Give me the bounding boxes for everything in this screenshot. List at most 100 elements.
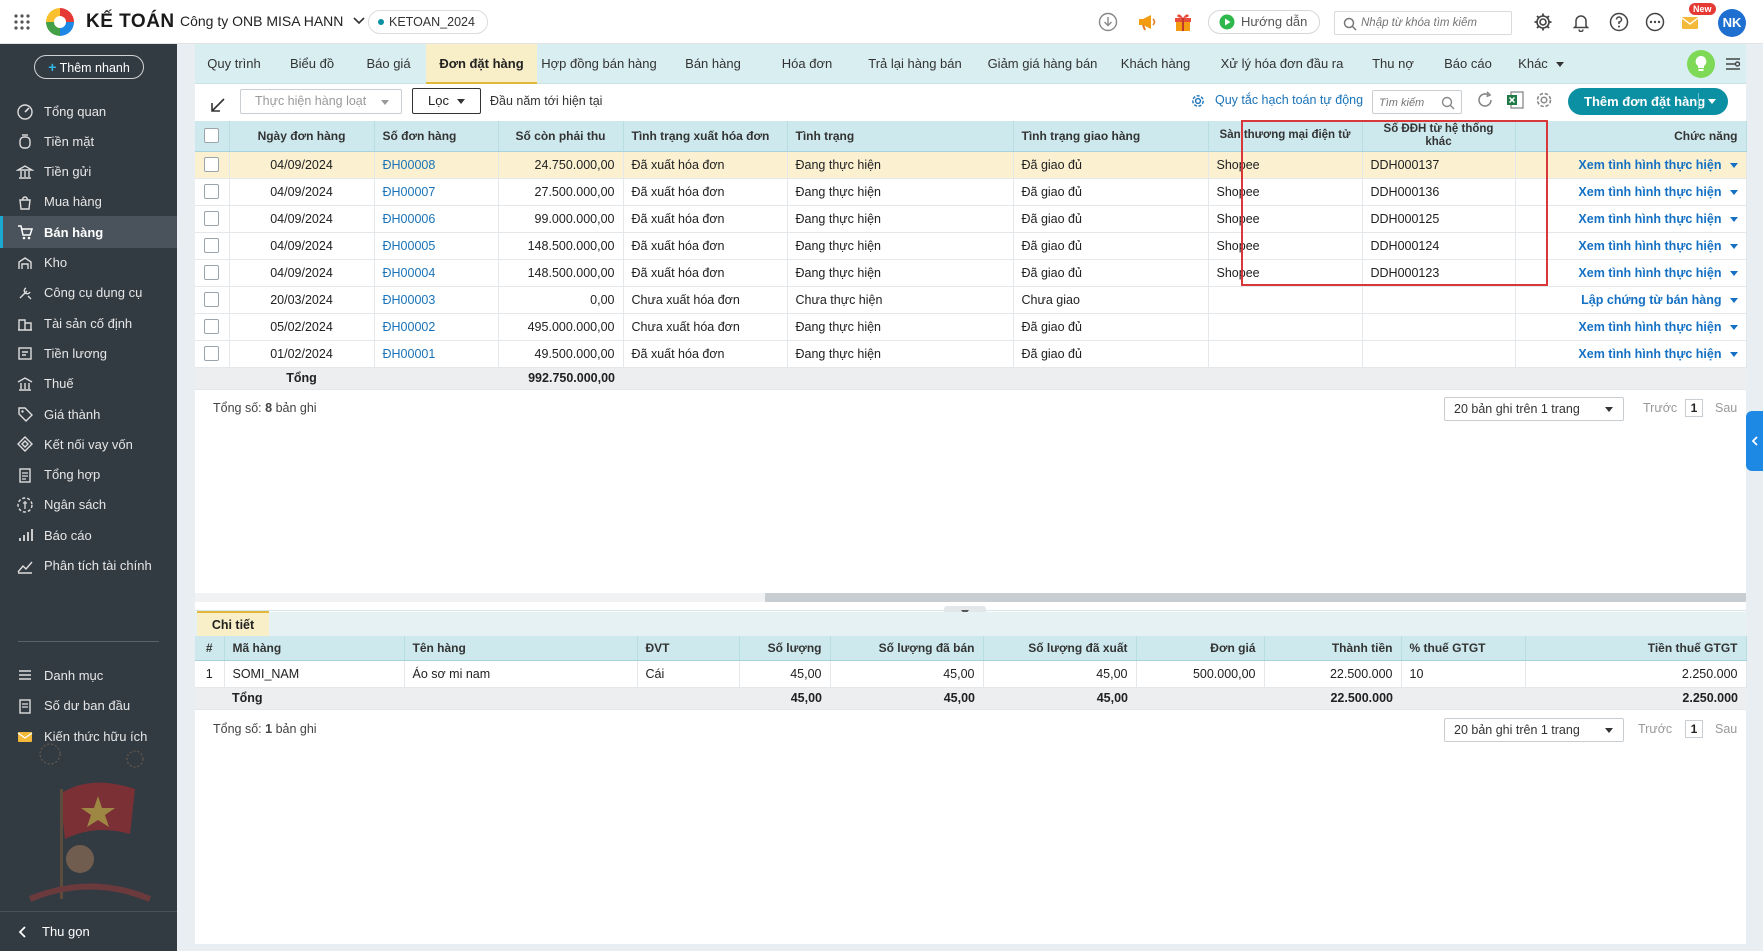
row-checkbox[interactable]	[195, 151, 230, 179]
database-selector[interactable]: KETOAN_2024	[368, 10, 488, 34]
megaphone-icon[interactable]	[1136, 12, 1158, 35]
sidebar-item-7[interactable]: Công cụ dụng cụ	[0, 277, 177, 309]
order-number-link[interactable]: ĐH00004	[374, 259, 499, 287]
tab-7[interactable]: Hóa đơn	[765, 44, 849, 84]
sort-arrow-icon[interactable]	[209, 96, 227, 117]
tab-10[interactable]: Khách hàng	[1104, 44, 1207, 84]
caret-down-icon[interactable]	[1729, 243, 1738, 249]
sidebar-item-14[interactable]: Ngân sách	[0, 489, 177, 521]
help-icon[interactable]	[1609, 12, 1629, 35]
order-action-link[interactable]: Xem tình hình thực hiện	[1578, 320, 1721, 334]
customize-tabs-icon[interactable]	[1725, 57, 1741, 74]
caret-down-icon[interactable]	[1729, 297, 1738, 303]
order-action-link[interactable]: Xem tình hình thực hiện	[1578, 158, 1721, 172]
col-order-number[interactable]: Số đơn hàng	[374, 121, 499, 152]
tab-11[interactable]: Xử lý hóa đơn đầu ra	[1207, 44, 1357, 84]
sidebar-item-6[interactable]: Kho	[0, 247, 177, 279]
order-action[interactable]: Lập chứng từ bán hàng	[1515, 286, 1747, 314]
sidebar-item-9[interactable]: Tiền lương	[0, 337, 177, 369]
caret-down-icon[interactable]	[1729, 270, 1738, 276]
orders-prev-page[interactable]: Trước	[1643, 401, 1677, 415]
tab-3[interactable]: Báo giá	[351, 44, 426, 84]
col-actions[interactable]: Chức năng	[1515, 121, 1747, 152]
col-quantity-exported[interactable]: Số lượng đã xuất	[983, 636, 1137, 661]
col-vat-rate[interactable]: % thuế GTGT	[1401, 636, 1526, 661]
order-action[interactable]: Xem tình hình thực hiện	[1515, 151, 1747, 179]
sidebar-secondary-item-2[interactable]: Số dư ban đầu	[0, 690, 177, 722]
gift-icon[interactable]	[1173, 11, 1193, 35]
order-row[interactable]: 05/02/2024 ĐH00002 495.000.000,00 Chưa xuất…	[195, 313, 1747, 341]
tab-12[interactable]: Thu nợ	[1357, 44, 1429, 84]
col-unit-price[interactable]: Đơn giá	[1136, 636, 1265, 661]
horizontal-scrollbar[interactable]	[195, 593, 1746, 602]
sidebar-item-5[interactable]: Bán hàng	[0, 216, 177, 249]
col-unit[interactable]: ĐVT	[637, 636, 740, 661]
caret-down-icon[interactable]	[1729, 189, 1738, 195]
col-item-name[interactable]: Tên hàng	[404, 636, 638, 661]
sidebar-item-4[interactable]: Mua hàng	[0, 186, 177, 218]
scrollbar-thumb[interactable]	[765, 593, 1746, 602]
refresh-icon[interactable]	[1475, 90, 1495, 113]
sidebar-item-11[interactable]: Giá thành	[0, 398, 177, 430]
order-row[interactable]: 20/03/2024 ĐH00003 0,00 Chưa xuất hóa đơn Ch…	[195, 286, 1747, 314]
column-settings-icon[interactable]	[1534, 90, 1554, 113]
sidebar-item-2[interactable]: Tiền mặt	[0, 125, 177, 157]
rule-gear-icon[interactable]	[1190, 93, 1206, 112]
caret-down-icon[interactable]	[1729, 351, 1738, 357]
detail-page-number[interactable]: 1	[1685, 720, 1703, 738]
sidebar-item-15[interactable]: Báo cáo	[0, 519, 177, 551]
order-action-link[interactable]: Xem tình hình thực hiện	[1578, 212, 1721, 226]
order-action[interactable]: Xem tình hình thực hiện	[1515, 232, 1747, 260]
sidebar-item-13[interactable]: Tổng hợp	[0, 459, 177, 491]
list-search[interactable]	[1372, 90, 1462, 114]
order-number-link[interactable]: ĐH00008	[374, 151, 499, 179]
sidebar-item-1[interactable]: Tổng quan	[0, 95, 177, 127]
tips-lightbulb-icon[interactable]	[1687, 50, 1715, 78]
order-row[interactable]: 04/09/2024 ĐH00005 148.500.000,00 Đã xuất h…	[195, 232, 1747, 260]
col-external-order-number[interactable]: Số ĐĐH từ hệ thống khác	[1362, 121, 1516, 152]
right-panel-toggle[interactable]	[1746, 411, 1763, 471]
tab-9[interactable]: Giảm giá hàng bán	[981, 44, 1104, 84]
sidebar-item-12[interactable]: Kết nối vay vốn	[0, 428, 177, 460]
sidebar-item-3[interactable]: Tiền gửi	[0, 156, 177, 188]
period-label[interactable]: Đầu năm tới hiện tại	[490, 94, 602, 108]
orders-page-size-select[interactable]: 20 bản ghi trên 1 trang	[1444, 397, 1624, 421]
sidebar-item-10[interactable]: Thuế	[0, 368, 177, 400]
collapse-sidebar-button[interactable]: Thu gọn	[0, 911, 177, 951]
add-order-button[interactable]: Thêm đơn đặt hàng	[1568, 88, 1728, 115]
order-action-link[interactable]: Xem tình hình thực hiện	[1578, 239, 1721, 253]
select-all-checkbox[interactable]	[195, 121, 230, 152]
tab-2[interactable]: Biểu đồ	[273, 44, 351, 84]
order-action-link[interactable]: Xem tình hình thực hiện	[1578, 266, 1721, 280]
row-checkbox[interactable]	[195, 313, 230, 341]
user-avatar[interactable]: NK	[1718, 9, 1746, 37]
order-number-link[interactable]: ĐH00001	[374, 340, 499, 368]
tab-1[interactable]: Quy trình	[195, 44, 273, 84]
row-checkbox[interactable]	[195, 178, 230, 206]
caret-down-icon[interactable]	[1729, 324, 1738, 330]
whats-new-icon[interactable]	[1680, 12, 1700, 35]
row-checkbox[interactable]	[195, 340, 230, 368]
bulk-action-dropdown[interactable]: Thực hiện hàng loạt	[240, 89, 402, 114]
orders-page-number[interactable]: 1	[1685, 399, 1703, 417]
order-action[interactable]: Xem tình hình thực hiện	[1515, 178, 1747, 206]
company-selector[interactable]: Công ty ONB MISA HANN	[180, 13, 365, 29]
filter-button[interactable]: Lọc	[412, 88, 481, 114]
tab-8[interactable]: Trả lại hàng bán	[849, 44, 981, 84]
order-action[interactable]: Xem tình hình thực hiện	[1515, 340, 1747, 368]
order-action-link[interactable]: Xem tình hình thực hiện	[1578, 185, 1721, 199]
notification-bell-icon[interactable]	[1571, 12, 1591, 35]
col-delivery-status[interactable]: Tình trạng giao hàng	[1013, 121, 1209, 152]
caret-down-icon[interactable]	[1729, 216, 1738, 222]
order-action[interactable]: Xem tình hình thực hiện	[1515, 313, 1747, 341]
tab-14[interactable]: Khác	[1507, 44, 1575, 84]
order-row[interactable]: 04/09/2024 ĐH00008 24.750.000,00 Đã xuất hó…	[195, 151, 1747, 179]
order-action[interactable]: Xem tình hình thực hiện	[1515, 205, 1747, 233]
auto-rule-link[interactable]: Quy tắc hạch toán tự động	[1215, 93, 1363, 107]
detail-tab[interactable]: Chi tiết	[197, 611, 269, 637]
caret-down-icon[interactable]	[1729, 162, 1738, 168]
col-amount[interactable]: Thành tiền	[1264, 636, 1402, 661]
col-ecommerce-platform[interactable]: Sàn thương mại điện tử	[1208, 121, 1363, 152]
sidebar-item-8[interactable]: Tài sản cố định	[0, 307, 177, 339]
tab-13[interactable]: Báo cáo	[1429, 44, 1507, 84]
